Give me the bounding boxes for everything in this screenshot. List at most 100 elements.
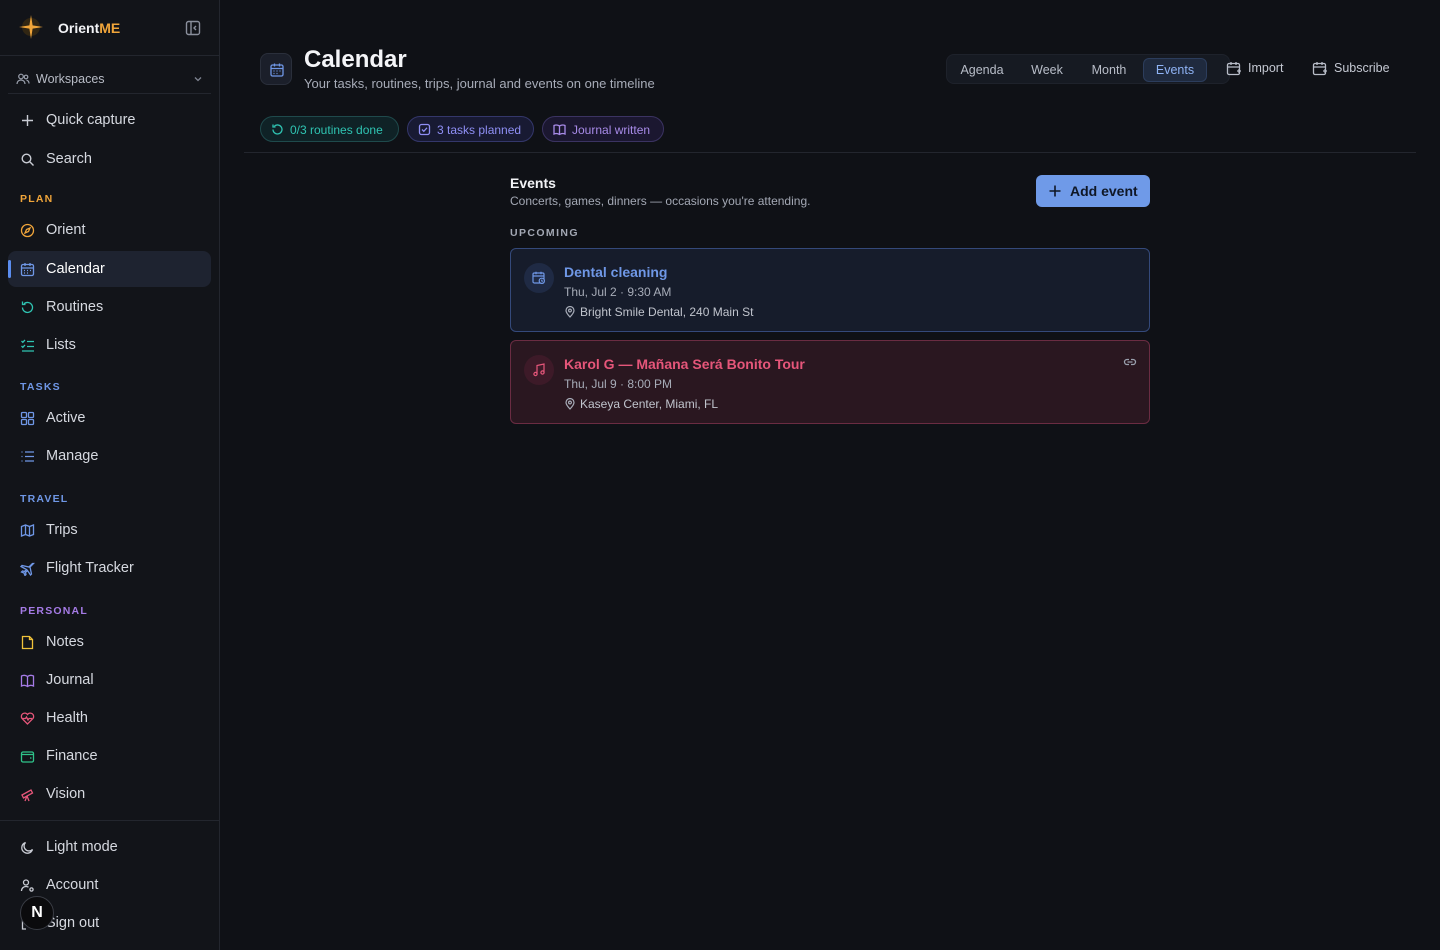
brand-name[interactable]: OrientME: [58, 20, 120, 36]
grid-icon: [20, 411, 35, 426]
workspaces-label: Workspaces: [36, 72, 105, 86]
sidebar-item-health[interactable]: Health: [8, 700, 211, 736]
map-pin-icon: [565, 306, 575, 318]
sidebar-item-orient[interactable]: Orient: [8, 212, 211, 248]
checkbox-icon: [418, 123, 431, 136]
note-icon: [21, 635, 34, 650]
checklist-icon: [21, 339, 34, 352]
refresh-icon: [272, 124, 283, 135]
sidebar-item-notes[interactable]: Notes: [8, 624, 211, 660]
plus-icon: [1049, 185, 1061, 197]
section-travel-title: TRAVEL: [20, 493, 69, 505]
music-icon: [533, 363, 545, 377]
add-event-button[interactable]: Add event: [1036, 175, 1150, 207]
sidebar-item-flight-tracker[interactable]: Flight Tracker: [8, 550, 211, 586]
event-card[interactable]: Dental cleaning Thu, Jul 2 · 9:30 AM Bri…: [510, 248, 1150, 332]
quick-capture-button[interactable]: Quick capture: [8, 102, 211, 138]
sidebar: OrientME Workspaces Quick capture Search…: [0, 0, 220, 950]
refresh-icon: [21, 301, 34, 314]
event-datetime: Thu, Jul 2 · 9:30 AM: [564, 285, 672, 299]
wallet-icon: [20, 751, 35, 763]
quick-capture-label: Quick capture: [46, 112, 136, 128]
calendar-import-icon: [1226, 62, 1241, 76]
sidebar-item-routines[interactable]: Routines: [8, 289, 211, 325]
header-divider: [244, 152, 1416, 153]
chevron-down-icon: [194, 77, 202, 82]
brand-name-main: Orient: [58, 20, 100, 36]
logo-icon: [19, 15, 43, 39]
sidebar-item-trips[interactable]: Trips: [8, 512, 211, 548]
sidebar-item-label: Finance: [46, 748, 98, 764]
subscribe-button[interactable]: Subscribe: [1312, 54, 1402, 84]
page-title: Calendar: [304, 46, 407, 73]
journal-status-chip[interactable]: Journal written: [542, 116, 664, 142]
event-datetime: Thu, Jul 9 · 8:00 PM: [564, 377, 673, 391]
section-tasks-title: TASKS: [20, 381, 61, 393]
search-label: Search: [46, 151, 92, 167]
sidebar-item-calendar[interactable]: Calendar: [8, 251, 211, 287]
search-icon: [21, 153, 34, 166]
book-icon: [553, 124, 566, 136]
import-button[interactable]: Import: [1226, 54, 1298, 84]
routines-status-label: 0/3 routines done: [290, 123, 383, 137]
upcoming-heading: UPCOMING: [510, 227, 579, 239]
avatar[interactable]: N: [20, 896, 54, 930]
brand-name-accent: ME: [99, 20, 121, 36]
event-card[interactable]: Karol G — Mañana Será Bonito Tour Thu, J…: [510, 340, 1150, 424]
view-switcher: Agenda Week Month Events: [946, 54, 1230, 84]
list-icon: [21, 451, 34, 462]
link-icon[interactable]: [1123, 355, 1137, 369]
sidebar-item-label: Journal: [46, 672, 94, 688]
event-title: Karol G — Mañana Será Bonito Tour: [564, 356, 805, 372]
search-button[interactable]: Search: [8, 141, 211, 177]
event-icon-badge: [524, 355, 554, 385]
telescope-icon: [21, 789, 34, 802]
light-mode-toggle[interactable]: Light mode: [8, 829, 211, 865]
sidebar-footer: [0, 820, 219, 821]
page-subtitle: Your tasks, routines, trips, journal and…: [304, 76, 655, 91]
calendar-plus-icon: [1312, 62, 1327, 76]
tasks-status-label: 3 tasks planned: [437, 123, 522, 137]
sidebar-item-finance[interactable]: Finance: [8, 738, 211, 774]
sidebar-item-label: Routines: [46, 299, 104, 315]
routines-status-chip[interactable]: 0/3 routines done: [260, 116, 399, 142]
tab-month[interactable]: Month: [1081, 58, 1137, 82]
tasks-status-chip[interactable]: 3 tasks planned: [407, 116, 534, 142]
users-icon: [16, 73, 30, 85]
collapse-sidebar-icon[interactable]: [185, 20, 201, 36]
events-title: Events: [510, 175, 556, 191]
light-mode-label: Light mode: [46, 839, 118, 855]
events-subtitle: Concerts, games, dinners — occasions you…: [510, 194, 811, 208]
tab-agenda[interactable]: Agenda: [951, 58, 1013, 82]
user-settings-icon: [20, 879, 34, 892]
sidebar-item-label: Lists: [46, 337, 76, 353]
event-icon-badge: [524, 263, 554, 293]
sidebar-item-journal[interactable]: Journal: [8, 662, 211, 698]
moon-icon: [21, 841, 34, 854]
sidebar-item-active[interactable]: Active: [8, 400, 211, 436]
sidebar-item-label: Calendar: [46, 261, 105, 277]
tab-week[interactable]: Week: [1021, 58, 1073, 82]
subscribe-label: Subscribe: [1334, 61, 1390, 75]
sidebar-item-lists[interactable]: Lists: [8, 327, 211, 363]
sidebar-item-manage[interactable]: Manage: [8, 438, 211, 474]
calendar-icon: [20, 263, 35, 277]
compass-icon: [20, 223, 35, 238]
workspaces-selector[interactable]: Workspaces: [8, 66, 211, 94]
event-location-text: Bright Smile Dental, 240 Main St: [580, 305, 754, 319]
sidebar-item-label: Active: [46, 410, 86, 426]
import-label: Import: [1248, 61, 1284, 75]
heart-pulse-icon: [20, 712, 35, 725]
sidebar-item-label: Trips: [46, 522, 78, 538]
sign-out-label: Sign out: [46, 915, 100, 931]
tab-events[interactable]: Events: [1143, 58, 1207, 82]
section-personal-title: PERSONAL: [20, 605, 88, 617]
add-event-label: Add event: [1070, 183, 1138, 199]
plus-icon: [22, 115, 33, 126]
sidebar-item-vision[interactable]: Vision: [8, 776, 211, 812]
main-content: Calendar Your tasks, routines, trips, jo…: [220, 0, 1440, 950]
page-icon: [260, 53, 292, 85]
calendar-clock-icon: [532, 271, 546, 285]
event-location-text: Kaseya Center, Miami, FL: [580, 397, 719, 411]
sidebar-item-label: Manage: [46, 448, 99, 464]
